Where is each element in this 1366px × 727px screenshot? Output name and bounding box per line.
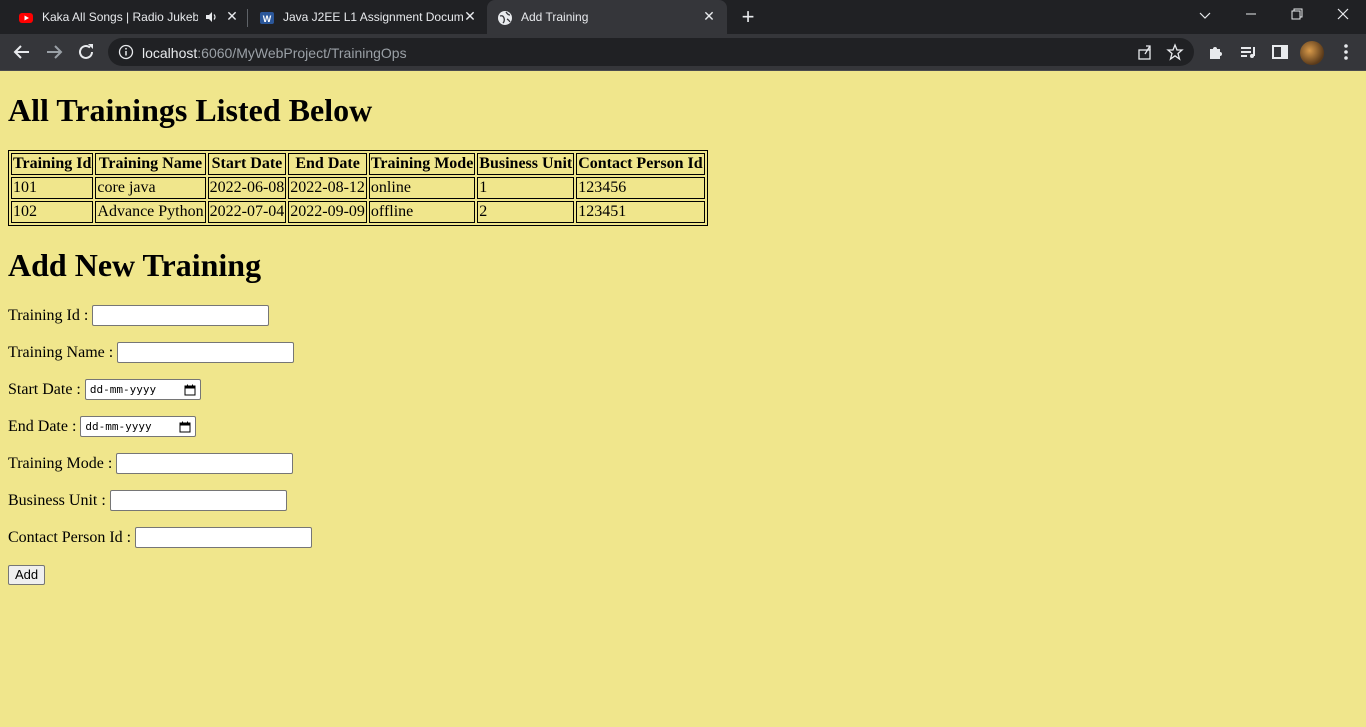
business-unit-input[interactable] [109,490,287,511]
form-row-start-date: Start Date : dd-mm-yyyy [8,379,1358,400]
form-row-contact-person-id: Contact Person Id : [8,527,1358,548]
cell-contact-person-id: 123451 [576,201,705,223]
cell-training-name: core java [95,177,206,199]
cell-start-date: 2022-07-04 [207,201,287,223]
tab-label: Java J2EE L1 Assignment Docume [283,10,463,24]
cell-start-date: 2022-06-08 [207,177,287,199]
form-row-submit: Add [8,564,1358,585]
side-panel-icon[interactable] [1268,40,1292,64]
close-tab-icon[interactable]: ✕ [701,8,717,24]
page-content: All Trainings Listed Below Training Id T… [8,71,1358,601]
form-heading: Add New Training [8,247,262,283]
business-unit-label: Business Unit : [8,492,106,509]
contact-person-id-label: Contact Person Id : [8,529,132,546]
tab-word[interactable]: W Java J2EE L1 Assignment Docume ✕ [249,0,485,34]
youtube-icon [19,13,33,23]
url-text: localhost:6060/MyWebProject/TrainingOps [142,45,407,61]
form-row-end-date: End Date : dd-mm-yyyy [8,416,1358,437]
site-info-icon[interactable] [118,44,134,60]
tab-youtube[interactable]: Kaka All Songs | Radio Jukeb ✕ [8,0,246,34]
calendar-icon[interactable] [184,384,196,396]
training-mode-input[interactable] [116,453,294,474]
list-heading: All Trainings Listed Below [8,92,373,128]
svg-text:W: W [263,14,272,24]
tab-label: Kaka All Songs | Radio Jukeb [42,10,198,24]
new-tab-button[interactable]: + [737,6,759,28]
start-date-label: Start Date : [8,381,81,398]
close-tab-icon[interactable]: ✕ [224,8,240,24]
form-row-training-name: Training Name : [8,342,1358,363]
header-training-mode: Training Mode [368,153,476,175]
minimize-icon[interactable] [1228,0,1274,30]
cell-end-date: 2022-09-09 [288,201,367,223]
word-icon: W [260,12,274,24]
back-arrow-icon[interactable] [10,40,34,64]
cell-business-unit: 1 [477,177,575,199]
cell-training-mode: online [368,177,476,199]
training-id-label: Training Id : [8,307,89,324]
tab-strip: Kaka All Songs | Radio Jukeb ✕ W Java J2… [0,0,1366,34]
add-training-form: Training Id : Training Name : Start Date… [8,305,1358,585]
menu-kebab-icon[interactable] [1334,40,1358,64]
form-row-training-id: Training Id : [8,305,1358,326]
header-end-date: End Date [288,153,367,175]
tab-search-icon[interactable] [1182,0,1228,30]
cell-training-name: Advance Python [95,201,206,223]
tab-separator [247,9,248,27]
close-window-icon[interactable] [1320,0,1366,30]
tab-add-training[interactable]: Add Training ✕ [487,0,727,34]
header-contact-person-id: Contact Person Id [576,153,705,175]
start-date-placeholder: dd-mm-yyyy [89,383,157,396]
url-host: localhost [142,45,198,61]
bookmark-star-icon[interactable] [1166,43,1184,61]
address-bar[interactable]: localhost:6060/MyWebProject/TrainingOps [108,38,1194,66]
start-date-input[interactable]: dd-mm-yyyy [84,379,201,400]
end-date-input[interactable]: dd-mm-yyyy [80,416,197,437]
table-header-row: Training Id Training Name Start Date End… [11,153,705,175]
reload-icon[interactable] [74,40,98,64]
training-id-input[interactable] [92,305,270,326]
training-mode-label: Training Mode : [8,455,113,472]
profile-avatar[interactable] [1300,41,1324,65]
header-training-name: Training Name [95,153,206,175]
cell-end-date: 2022-08-12 [288,177,367,199]
cell-training-mode: offline [368,201,476,223]
tab-label: Add Training [521,10,589,24]
add-button[interactable]: Add [8,564,46,585]
training-name-label: Training Name : [8,344,114,361]
forward-arrow-icon[interactable] [42,40,66,64]
training-name-input[interactable] [117,342,295,363]
extensions-icon[interactable] [1204,40,1228,64]
end-date-label: End Date : [8,418,77,435]
contact-person-id-input[interactable] [135,527,313,548]
table-row: 101 core java 2022-06-08 2022-08-12 onli… [11,177,705,199]
trainings-table: Training Id Training Name Start Date End… [8,150,708,226]
globe-icon [498,11,512,25]
header-start-date: Start Date [207,153,287,175]
close-tab-icon[interactable]: ✕ [462,8,478,24]
media-control-icon[interactable] [1236,40,1260,64]
end-date-placeholder: dd-mm-yyyy [85,420,152,433]
restore-icon[interactable] [1274,0,1320,30]
header-training-id: Training Id [11,153,94,175]
table-row: 102 Advance Python 2022-07-04 2022-09-09… [11,201,705,223]
form-row-business-unit: Business Unit : [8,490,1358,511]
cell-business-unit: 2 [477,201,575,223]
share-icon[interactable] [1136,43,1154,61]
header-business-unit: Business Unit [477,153,575,175]
speaker-icon[interactable] [204,10,218,24]
form-row-training-mode: Training Mode : [8,453,1358,474]
browser-toolbar: localhost:6060/MyWebProject/TrainingOps [0,34,1366,70]
cell-training-id: 102 [11,201,94,223]
calendar-icon[interactable] [179,421,191,433]
cell-training-id: 101 [11,177,94,199]
url-path: :6060/MyWebProject/TrainingOps [197,45,407,61]
cell-contact-person-id: 123456 [576,177,705,199]
